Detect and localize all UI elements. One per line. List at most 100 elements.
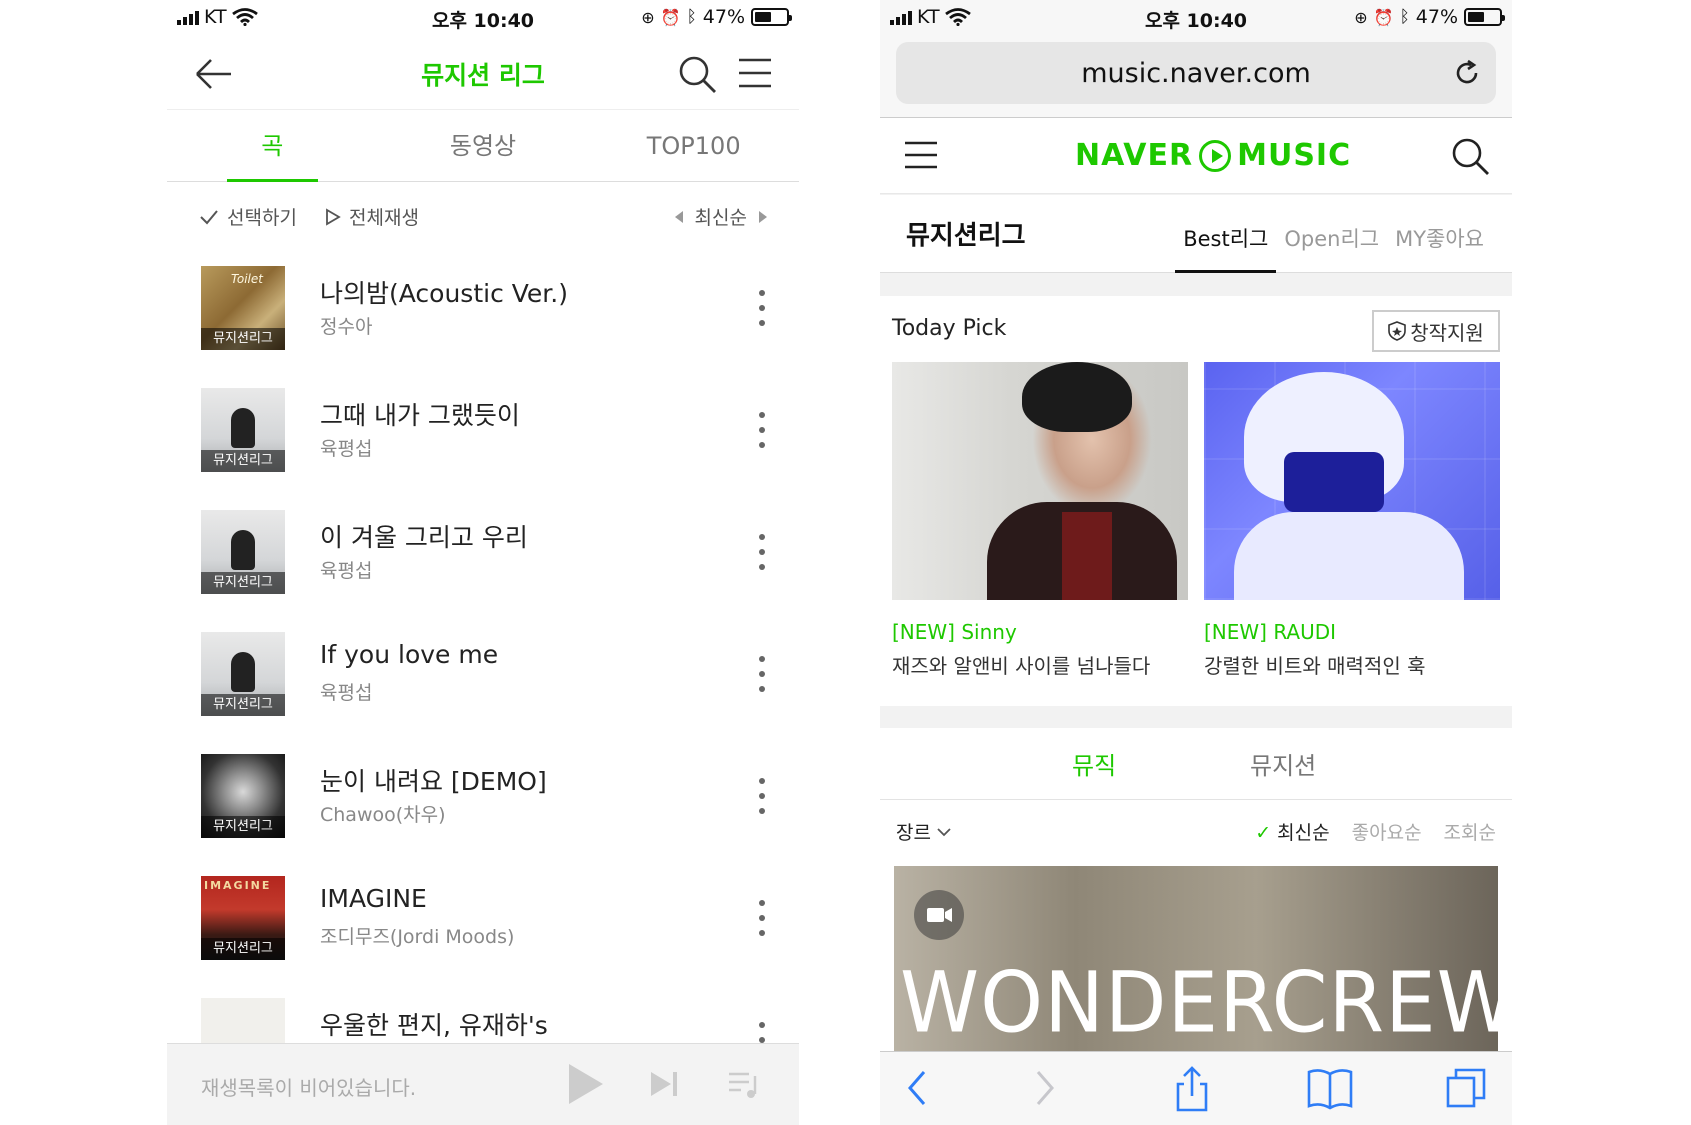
play-all-label: 전체재생 — [349, 207, 419, 229]
sort-latest[interactable]: ✓ 최신순 — [1255, 818, 1329, 845]
sort-likes[interactable]: 좋아요순 — [1352, 818, 1422, 845]
reload-icon[interactable] — [1452, 58, 1482, 88]
sort-options: ✓ 최신순 좋아요순 조회순 — [1255, 818, 1496, 845]
tabs-icon[interactable] — [1444, 1066, 1488, 1110]
battery-icon — [1464, 8, 1505, 26]
hamburger-menu-icon[interactable] — [737, 56, 773, 90]
back-chevron-icon[interactable] — [902, 1066, 932, 1110]
more-options-icon[interactable] — [759, 656, 765, 692]
today-pick-card[interactable]: [NEW] RAUDI 강렬한 비트와 매력적인 훅 — [1204, 362, 1500, 679]
album-art: 뮤지션리그 — [201, 510, 285, 594]
sort-latest-label: 최신순 — [1277, 822, 1330, 844]
status-icons: ⊕ ⏰ ᛒ 47% — [1354, 6, 1505, 28]
playlist-icon[interactable] — [727, 1070, 759, 1100]
hamburger-menu-icon[interactable] — [904, 140, 938, 170]
bookmarks-icon[interactable] — [1306, 1066, 1354, 1110]
alarm-icon: ⏰ — [1373, 7, 1394, 27]
sort-views[interactable]: 조회순 — [1444, 818, 1496, 845]
mini-player: 재생목록이 비어있습니다. — [167, 1043, 799, 1125]
today-pick-card[interactable]: [NEW] Sinny 재즈와 알앤비 사이를 넘나들다 — [892, 362, 1188, 679]
song-row[interactable]: 뮤지션리그 이 겨울 그리고 우리 육평섭 — [167, 492, 799, 614]
app-header: 뮤지션 리그 — [167, 38, 799, 110]
sort-next-icon[interactable] — [759, 210, 767, 223]
url-field[interactable]: music.naver.com — [896, 42, 1496, 104]
music-app-screen: KT 오후 10:40 ⊕ ⏰ ᛒ 47% 뮤지션 리그 곡 동영상 TOP10… — [167, 0, 799, 1125]
pick-tag[interactable]: [NEW] Sinny — [892, 620, 1188, 644]
league-tabs: Best리그 Open리그 MY좋아요 — [1175, 223, 1492, 273]
creator-support-button[interactable]: 창작지원 — [1372, 310, 1500, 352]
battery-icon — [751, 8, 792, 26]
browser-screen: KT 오후 10:40 ⊕ ⏰ ᛒ 47% music.naver.com NA… — [880, 0, 1512, 1125]
chevron-down-icon — [937, 827, 951, 836]
song-title[interactable]: IMAGINE — [320, 884, 427, 913]
tab-musician[interactable]: 뮤지션 — [1250, 746, 1316, 781]
logo-text-right: MUSIC — [1237, 138, 1352, 173]
next-track-icon[interactable] — [649, 1070, 679, 1098]
content-tabs: 곡 동영상 TOP100 — [167, 110, 799, 182]
tab-my-likes[interactable]: MY좋아요 — [1387, 223, 1492, 273]
song-title[interactable]: 이 겨울 그리고 우리 — [320, 518, 528, 554]
status-bar: KT 오후 10:40 ⊕ ⏰ ᛒ 47% — [167, 0, 799, 36]
pick-description: 재즈와 알앤비 사이를 넘나들다 — [892, 654, 1151, 678]
more-options-icon[interactable] — [759, 412, 765, 448]
album-caption: 뮤지션리그 — [201, 694, 285, 716]
url-text: music.naver.com — [1081, 58, 1311, 89]
song-row[interactable]: 뮤지션리그 If you love me 육평섭 — [167, 614, 799, 736]
song-row[interactable]: 뮤지션리그 눈이 내려요 [DEMO] Chawoo(차우) — [167, 736, 799, 858]
tab-open-league[interactable]: Open리그 — [1276, 223, 1387, 273]
bluetooth-icon: ᛒ — [1399, 7, 1410, 27]
more-options-icon[interactable] — [759, 778, 765, 814]
sort-label: 최신순 — [694, 207, 747, 229]
song-row[interactable]: Toilet 뮤지션리그 나의밤(Acoustic Ver.) 정수아 — [167, 248, 799, 370]
rotation-lock-icon: ⊕ — [1354, 7, 1368, 27]
list-toolbar: 선택하기 전체재생 최신순 — [167, 195, 799, 235]
album-caption: 뮤지션리그 — [201, 450, 285, 472]
artist-photo — [892, 362, 1188, 600]
share-icon[interactable] — [1172, 1066, 1212, 1114]
battery-percent: 47% — [1415, 6, 1458, 28]
sort-prev-icon[interactable] — [674, 210, 683, 223]
song-artist: Chawoo(차우) — [320, 804, 446, 826]
naver-music-logo[interactable]: NAVER MUSIC — [1075, 138, 1351, 173]
play-all-button[interactable]: 전체재생 — [325, 203, 419, 230]
album-caption: 뮤지션리그 — [201, 816, 285, 838]
song-row[interactable]: IMAGINE 뮤지션리그 IMAGINE 조디무즈(Jordi Moods) — [167, 858, 799, 980]
battery-percent: 47% — [702, 6, 745, 28]
logo-play-icon — [1199, 139, 1232, 172]
tab-top100[interactable]: TOP100 — [588, 110, 799, 181]
tab-music[interactable]: 뮤직 — [1072, 746, 1116, 781]
select-button[interactable]: 선택하기 — [199, 203, 297, 230]
tab-songs[interactable]: 곡 — [167, 110, 378, 182]
filter-bar: 장르 ✓ 최신순 좋아요순 조회순 — [880, 814, 1512, 850]
playlist-empty-message: 재생목록이 비어있습니다. — [201, 1076, 417, 1100]
song-list: Toilet 뮤지션리그 나의밤(Acoustic Ver.) 정수아 뮤지션리… — [167, 248, 799, 1102]
more-options-icon[interactable] — [759, 290, 765, 326]
genre-dropdown[interactable]: 장르 — [896, 818, 951, 845]
status-bar: KT 오후 10:40 ⊕ ⏰ ᛒ 47% — [880, 0, 1512, 36]
pick-tag[interactable]: [NEW] RAUDI — [1204, 620, 1500, 644]
song-artist: 육평섭 — [320, 560, 373, 582]
song-title[interactable]: 나의밤(Acoustic Ver.) — [320, 274, 568, 310]
album-art: IMAGINE 뮤지션리그 — [201, 876, 285, 960]
forward-chevron-icon[interactable] — [1030, 1066, 1060, 1110]
song-title[interactable]: 우울한 편지, 유재하's — [320, 1006, 548, 1042]
song-artist: 정수아 — [320, 316, 373, 338]
play-outline-icon — [326, 207, 341, 226]
search-icon[interactable] — [677, 54, 717, 94]
play-icon[interactable] — [569, 1064, 603, 1104]
tab-best-league[interactable]: Best리그 — [1175, 223, 1277, 273]
browser-toolbar — [880, 1051, 1512, 1125]
more-options-icon[interactable] — [759, 534, 765, 570]
song-title[interactable]: If you love me — [320, 640, 498, 669]
rotation-lock-icon: ⊕ — [641, 7, 655, 27]
song-row[interactable]: 뮤지션리그 그때 내가 그랬듯이 육평섭 — [167, 370, 799, 492]
song-title[interactable]: 그때 내가 그랬듯이 — [320, 396, 520, 432]
today-pick-section: Today Pick 창작지원 [NEW] Sinny 재즈와 알앤비 사이를 … — [880, 296, 1512, 706]
tab-videos[interactable]: 동영상 — [378, 110, 589, 181]
album-art: 뮤지션리그 — [201, 754, 285, 838]
more-options-icon[interactable] — [759, 900, 765, 936]
sort-selector[interactable]: 최신순 — [674, 203, 767, 230]
search-icon[interactable] — [1450, 136, 1490, 176]
creator-support-label: 창작지원 — [1410, 320, 1484, 345]
song-title[interactable]: 눈이 내려요 [DEMO] — [320, 762, 547, 798]
